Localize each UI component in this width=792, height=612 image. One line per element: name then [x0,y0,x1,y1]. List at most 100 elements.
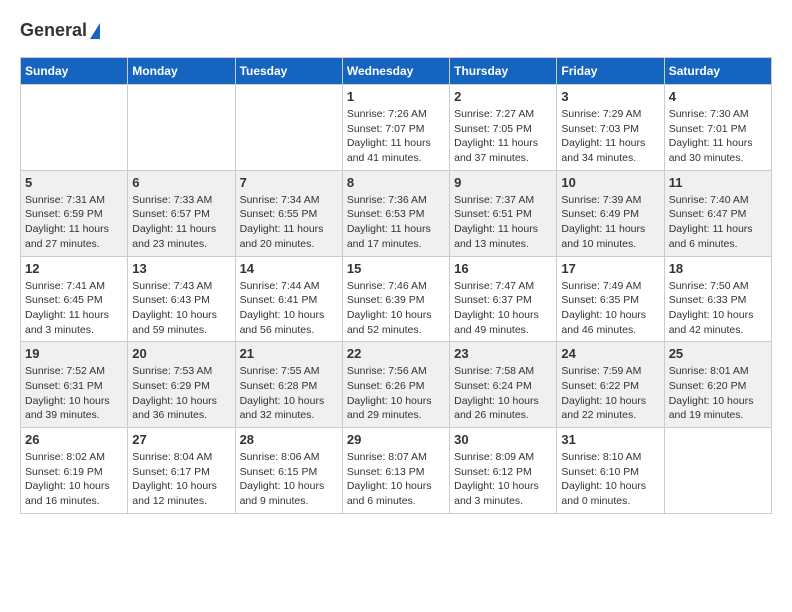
calendar-cell [235,85,342,171]
calendar-cell: 27 Sunrise: 8:04 AMSunset: 6:17 PMDayligh… [128,428,235,514]
day-info: Sunrise: 7:44 AMSunset: 6:41 PMDaylight:… [240,279,338,338]
weekday-header-tuesday: Tuesday [235,58,342,85]
calendar-cell: 11 Sunrise: 7:40 AMSunset: 6:47 PMDayligh… [664,170,771,256]
logo: General [20,20,100,41]
calendar-cell: 20 Sunrise: 7:53 AMSunset: 6:29 PMDayligh… [128,342,235,428]
calendar-cell: 31 Sunrise: 8:10 AMSunset: 6:10 PMDayligh… [557,428,664,514]
day-number: 26 [25,432,123,447]
calendar-cell: 23 Sunrise: 7:58 AMSunset: 6:24 PMDayligh… [450,342,557,428]
day-info: Sunrise: 7:27 AMSunset: 7:05 PMDaylight:… [454,107,552,166]
logo-general-text: General [20,20,87,41]
calendar-week-2: 5 Sunrise: 7:31 AMSunset: 6:59 PMDaylight… [21,170,772,256]
day-info: Sunrise: 8:01 AMSunset: 6:20 PMDaylight:… [669,364,767,423]
calendar-cell [21,85,128,171]
day-number: 25 [669,346,767,361]
day-info: Sunrise: 7:40 AMSunset: 6:47 PMDaylight:… [669,193,767,252]
day-number: 31 [561,432,659,447]
day-info: Sunrise: 7:46 AMSunset: 6:39 PMDaylight:… [347,279,445,338]
day-info: Sunrise: 7:56 AMSunset: 6:26 PMDaylight:… [347,364,445,423]
day-number: 4 [669,89,767,104]
weekday-header-wednesday: Wednesday [342,58,449,85]
day-info: Sunrise: 7:59 AMSunset: 6:22 PMDaylight:… [561,364,659,423]
calendar-cell: 3 Sunrise: 7:29 AMSunset: 7:03 PMDaylight… [557,85,664,171]
day-info: Sunrise: 8:10 AMSunset: 6:10 PMDaylight:… [561,450,659,509]
calendar-cell [128,85,235,171]
calendar-week-1: 1Sunrise: 7:26 AMSunset: 7:07 PMDaylight… [21,85,772,171]
calendar-cell: 5 Sunrise: 7:31 AMSunset: 6:59 PMDaylight… [21,170,128,256]
day-info: Sunrise: 7:37 AMSunset: 6:51 PMDaylight:… [454,193,552,252]
day-number: 13 [132,261,230,276]
day-info: Sunrise: 7:30 AMSunset: 7:01 PMDaylight:… [669,107,767,166]
day-number: 16 [454,261,552,276]
day-number: 20 [132,346,230,361]
day-number: 15 [347,261,445,276]
calendar-week-4: 19 Sunrise: 7:52 AMSunset: 6:31 PMDayligh… [21,342,772,428]
day-info: Sunrise: 7:53 AMSunset: 6:29 PMDaylight:… [132,364,230,423]
calendar-week-5: 26 Sunrise: 8:02 AMSunset: 6:19 PMDayligh… [21,428,772,514]
calendar-cell: 2 Sunrise: 7:27 AMSunset: 7:05 PMDaylight… [450,85,557,171]
calendar-cell: 18Sunrise: 7:50 AMSunset: 6:33 PMDayligh… [664,256,771,342]
day-info: Sunrise: 8:04 AMSunset: 6:17 PMDaylight:… [132,450,230,509]
calendar-cell: 19 Sunrise: 7:52 AMSunset: 6:31 PMDayligh… [21,342,128,428]
calendar-cell: 17 Sunrise: 7:49 AMSunset: 6:35 PMDayligh… [557,256,664,342]
day-info: Sunrise: 7:29 AMSunset: 7:03 PMDaylight:… [561,107,659,166]
calendar-cell: 26 Sunrise: 8:02 AMSunset: 6:19 PMDayligh… [21,428,128,514]
calendar-cell: 16Sunrise: 7:47 AMSunset: 6:37 PMDayligh… [450,256,557,342]
header-row: SundayMondayTuesdayWednesdayThursdayFrid… [21,58,772,85]
calendar-cell: 9 Sunrise: 7:37 AMSunset: 6:51 PMDaylight… [450,170,557,256]
calendar-cell: 14 Sunrise: 7:44 AMSunset: 6:41 PMDayligh… [235,256,342,342]
calendar-cell: 1Sunrise: 7:26 AMSunset: 7:07 PMDaylight… [342,85,449,171]
day-number: 27 [132,432,230,447]
day-number: 11 [669,175,767,190]
calendar-cell: 29 Sunrise: 8:07 AMSunset: 6:13 PMDayligh… [342,428,449,514]
calendar-table: SundayMondayTuesdayWednesdayThursdayFrid… [20,57,772,514]
calendar-cell: 6Sunrise: 7:33 AMSunset: 6:57 PMDaylight… [128,170,235,256]
day-number: 22 [347,346,445,361]
day-number: 12 [25,261,123,276]
day-number: 28 [240,432,338,447]
calendar-body: 1Sunrise: 7:26 AMSunset: 7:07 PMDaylight… [21,85,772,514]
calendar-cell: 12 Sunrise: 7:41 AMSunset: 6:45 PMDayligh… [21,256,128,342]
day-info: Sunrise: 7:58 AMSunset: 6:24 PMDaylight:… [454,364,552,423]
day-number: 8 [347,175,445,190]
day-info: Sunrise: 7:49 AMSunset: 6:35 PMDaylight:… [561,279,659,338]
day-info: Sunrise: 7:34 AMSunset: 6:55 PMDaylight:… [240,193,338,252]
day-number: 19 [25,346,123,361]
day-info: Sunrise: 8:09 AMSunset: 6:12 PMDaylight:… [454,450,552,509]
day-number: 9 [454,175,552,190]
calendar-cell: 22 Sunrise: 7:56 AMSunset: 6:26 PMDayligh… [342,342,449,428]
calendar-cell: 13 Sunrise: 7:43 AMSunset: 6:43 PMDayligh… [128,256,235,342]
calendar-cell: 25 Sunrise: 8:01 AMSunset: 6:20 PMDayligh… [664,342,771,428]
weekday-header-monday: Monday [128,58,235,85]
day-number: 29 [347,432,445,447]
calendar-cell: 28 Sunrise: 8:06 AMSunset: 6:15 PMDayligh… [235,428,342,514]
calendar-cell: 8 Sunrise: 7:36 AMSunset: 6:53 PMDaylight… [342,170,449,256]
day-number: 14 [240,261,338,276]
day-number: 6 [132,175,230,190]
day-number: 2 [454,89,552,104]
calendar-cell [664,428,771,514]
day-info: Sunrise: 7:41 AMSunset: 6:45 PMDaylight:… [25,279,123,338]
weekday-header-sunday: Sunday [21,58,128,85]
page-header: General [20,20,772,41]
day-info: Sunrise: 8:07 AMSunset: 6:13 PMDaylight:… [347,450,445,509]
day-info: Sunrise: 7:31 AMSunset: 6:59 PMDaylight:… [25,193,123,252]
calendar-header: SundayMondayTuesdayWednesdayThursdayFrid… [21,58,772,85]
day-number: 3 [561,89,659,104]
calendar-cell: 4 Sunrise: 7:30 AMSunset: 7:01 PMDaylight… [664,85,771,171]
day-info: Sunrise: 8:06 AMSunset: 6:15 PMDaylight:… [240,450,338,509]
day-info: Sunrise: 7:36 AMSunset: 6:53 PMDaylight:… [347,193,445,252]
calendar-cell: 10 Sunrise: 7:39 AMSunset: 6:49 PMDayligh… [557,170,664,256]
day-number: 30 [454,432,552,447]
day-info: Sunrise: 7:52 AMSunset: 6:31 PMDaylight:… [25,364,123,423]
day-number: 10 [561,175,659,190]
day-info: Sunrise: 8:02 AMSunset: 6:19 PMDaylight:… [25,450,123,509]
day-number: 17 [561,261,659,276]
day-info: Sunrise: 7:39 AMSunset: 6:49 PMDaylight:… [561,193,659,252]
day-number: 23 [454,346,552,361]
day-info: Sunrise: 7:43 AMSunset: 6:43 PMDaylight:… [132,279,230,338]
calendar-week-3: 12 Sunrise: 7:41 AMSunset: 6:45 PMDayligh… [21,256,772,342]
day-info: Sunrise: 7:50 AMSunset: 6:33 PMDaylight:… [669,279,767,338]
day-number: 5 [25,175,123,190]
day-info: Sunrise: 7:55 AMSunset: 6:28 PMDaylight:… [240,364,338,423]
